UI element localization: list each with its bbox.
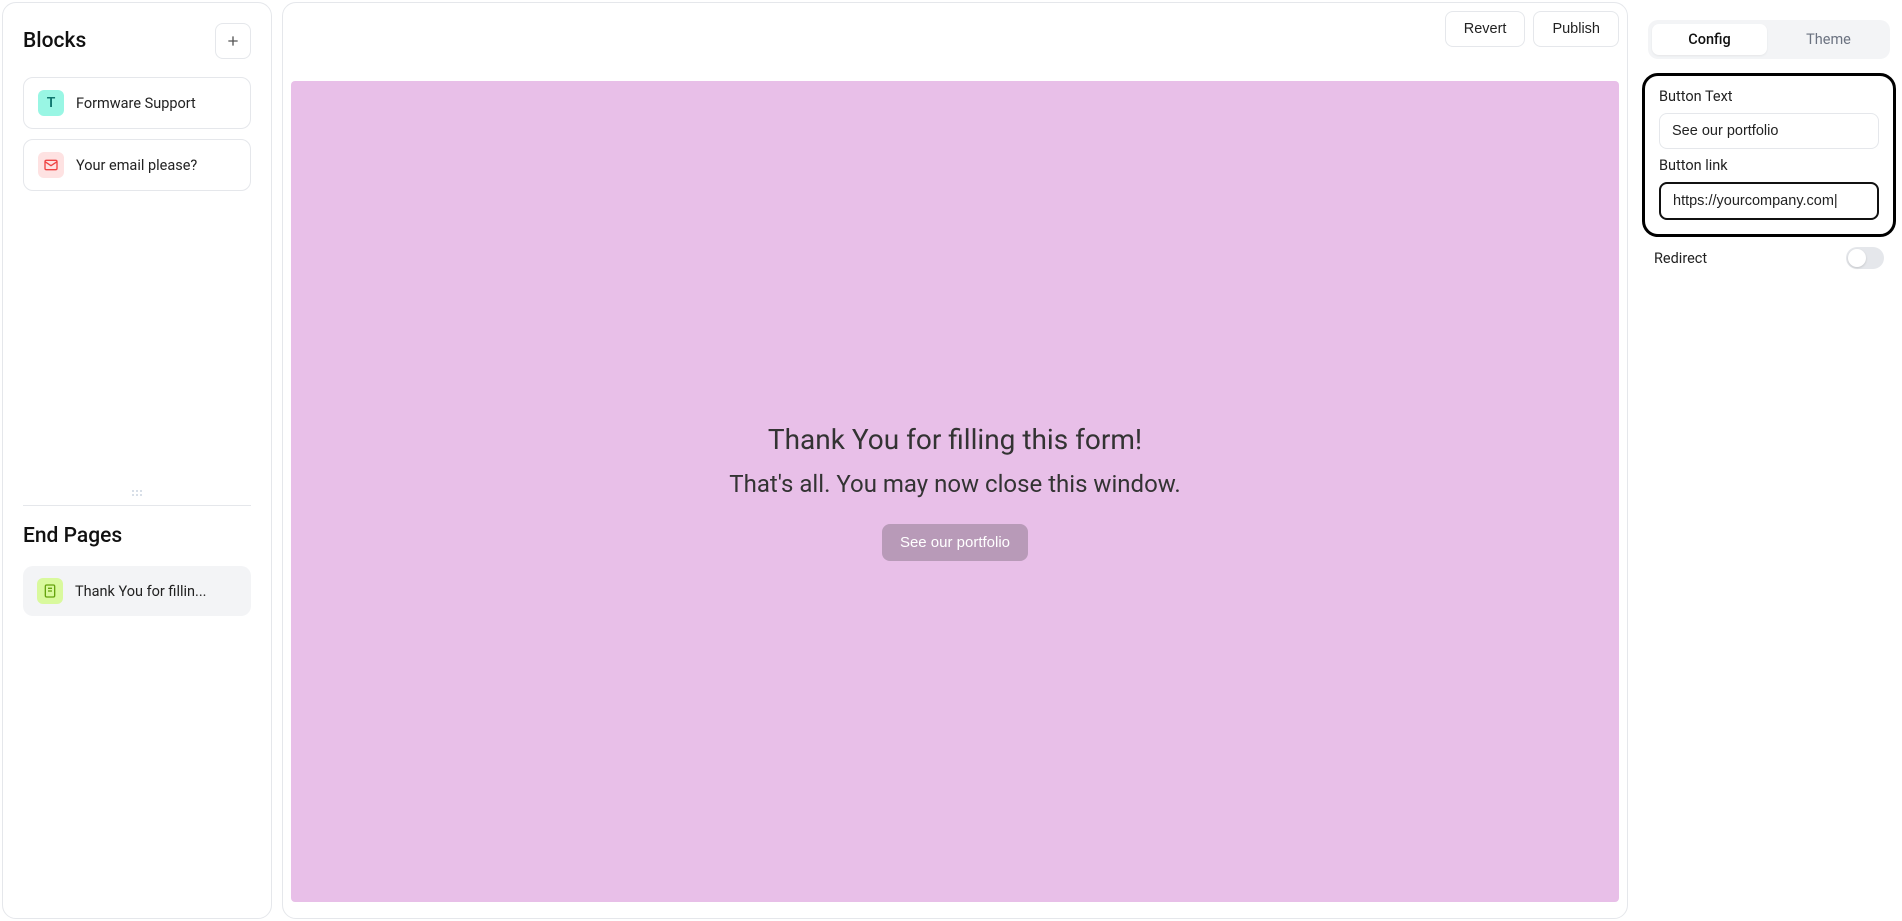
page-icon xyxy=(37,578,63,604)
end-page-item[interactable]: Thank You for fillin... xyxy=(23,566,251,616)
resize-handle[interactable] xyxy=(23,489,251,497)
button-text-input[interactable] xyxy=(1659,113,1879,149)
toggle-knob xyxy=(1848,249,1866,267)
plus-icon xyxy=(225,33,241,49)
publish-button[interactable]: Publish xyxy=(1533,11,1619,47)
blocks-title: Blocks xyxy=(23,29,86,53)
tab-switcher: Config Theme xyxy=(1648,20,1890,59)
tab-config[interactable]: Config xyxy=(1652,24,1767,55)
blocks-header: Blocks xyxy=(23,23,251,59)
divider xyxy=(23,505,251,506)
button-text-label: Button Text xyxy=(1659,88,1879,105)
email-icon xyxy=(38,152,64,178)
toolbar: Revert Publish xyxy=(291,11,1619,53)
canvas-heading: Thank You for filling this form! xyxy=(768,423,1142,456)
block-item-email[interactable]: Your email please? xyxy=(23,139,251,191)
redirect-label: Redirect xyxy=(1654,250,1707,267)
button-link-input[interactable] xyxy=(1659,182,1879,220)
config-section: Button Text Button link xyxy=(1642,73,1896,237)
redirect-toggle[interactable] xyxy=(1846,247,1884,269)
add-block-button[interactable] xyxy=(215,23,251,59)
left-panel: Blocks T Formware Support Your email ple… xyxy=(2,2,272,919)
right-panel: Config Theme Button Text Button link Red… xyxy=(1638,2,1900,919)
redirect-row: Redirect xyxy=(1640,237,1898,269)
text-type-icon: T xyxy=(38,90,64,116)
end-page-label: Thank You for fillin... xyxy=(75,583,207,600)
tab-theme[interactable]: Theme xyxy=(1771,24,1886,55)
canvas-panel: Revert Publish Thank You for filling thi… xyxy=(282,2,1628,919)
canvas-wrapper: Thank You for filling this form! That's … xyxy=(291,53,1619,910)
block-label: Formware Support xyxy=(76,95,196,112)
canvas-subheading: That's all. You may now close this windo… xyxy=(729,470,1180,498)
button-link-label: Button link xyxy=(1659,157,1879,174)
canvas-cta-button[interactable]: See our portfolio xyxy=(882,524,1028,561)
block-item-formware-support[interactable]: T Formware Support xyxy=(23,77,251,129)
end-pages-title: End Pages xyxy=(23,524,251,548)
revert-button[interactable]: Revert xyxy=(1445,11,1526,47)
form-canvas[interactable]: Thank You for filling this form! That's … xyxy=(291,81,1619,902)
block-label: Your email please? xyxy=(76,157,197,174)
